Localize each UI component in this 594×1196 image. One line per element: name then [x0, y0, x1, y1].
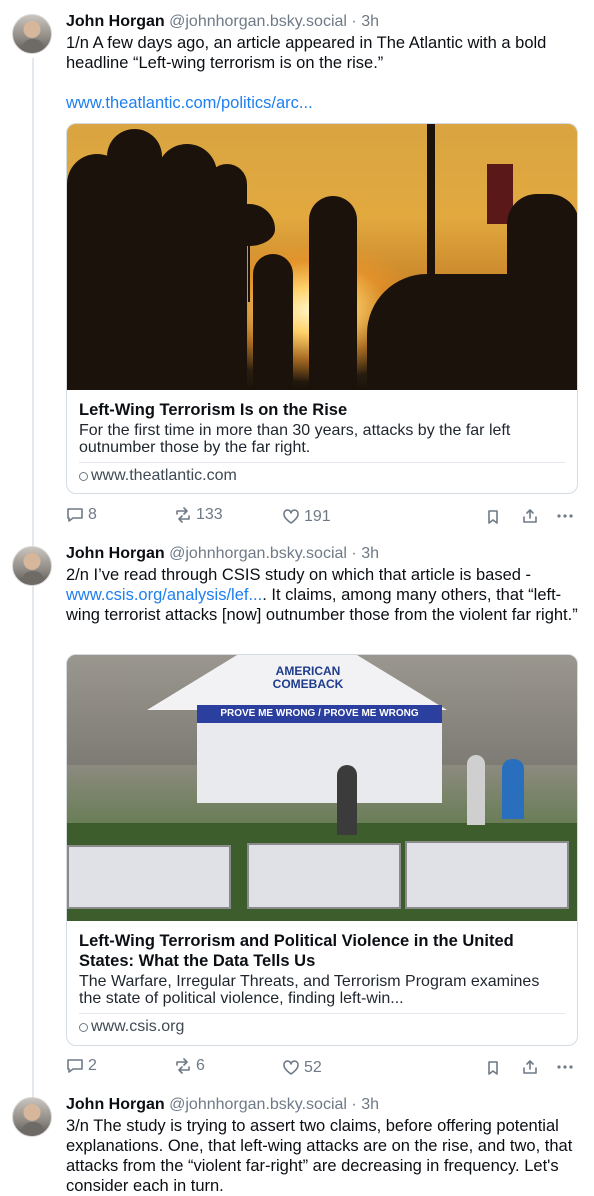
more-button[interactable]	[556, 508, 574, 524]
link-card[interactable]: AMERICAN COMEBACK PROVE ME WRONG / PROVE…	[66, 654, 578, 1046]
bookmark-icon	[488, 510, 498, 524]
post-text: 3/n The study is trying to assert two cl…	[66, 1117, 573, 1195]
author-handle[interactable]: @johnhorgan.bsky.social	[169, 545, 347, 562]
card-title: Left-Wing Terrorism Is on the Rise	[79, 401, 348, 419]
repost-icon	[176, 507, 190, 523]
post-actions: 2 6 52	[66, 1057, 578, 1079]
inline-link[interactable]: www.csis.org/analysis/lef...	[66, 586, 262, 604]
globe-icon	[79, 471, 88, 481]
like-count: 191	[304, 508, 331, 525]
avatar[interactable]	[12, 1097, 52, 1137]
author-handle[interactable]: @johnhorgan.bsky.social	[169, 13, 347, 30]
repost-button[interactable]: 133	[174, 506, 223, 524]
author-handle[interactable]: @johnhorgan.bsky.social	[169, 1096, 347, 1113]
bookmark-icon	[488, 1061, 498, 1075]
heart-icon	[283, 1060, 299, 1075]
like-button[interactable]: 191	[282, 508, 331, 526]
post-link[interactable]: www.theatlantic.com/politics/arc...	[66, 93, 580, 113]
more-button[interactable]	[556, 1059, 574, 1075]
card-title: Left-Wing Terrorism and Political Violen…	[79, 932, 514, 970]
share-button[interactable]	[522, 508, 538, 524]
like-button[interactable]: 52	[282, 1059, 322, 1077]
link-card[interactable]: Left-Wing Terrorism Is on the Rise For t…	[66, 123, 578, 494]
reply-icon	[67, 1059, 83, 1073]
post-actions: 8 133 191	[66, 506, 578, 528]
reply-count: 8	[88, 506, 97, 523]
card-description: The Warfare, Irregular Threats, and Terr…	[79, 973, 540, 1007]
repost-icon	[176, 1058, 190, 1074]
post-text: 1/n A few days ago, an article appeared …	[66, 34, 547, 72]
share-icon	[523, 1060, 537, 1074]
bookmark-button[interactable]	[486, 509, 500, 525]
post-header: John Horgan @johnhorgan.bsky.social · 3h	[66, 13, 379, 30]
author-name[interactable]: John Horgan	[66, 545, 165, 562]
post-time[interactable]: 3h	[361, 13, 379, 30]
like-count: 52	[304, 1059, 322, 1076]
repost-count: 6	[196, 1057, 205, 1074]
card-image: AMERICAN COMEBACK PROVE ME WRONG / PROVE…	[67, 655, 577, 921]
post-time[interactable]: 3h	[361, 545, 379, 562]
post-time[interactable]: 3h	[361, 1096, 379, 1113]
reply-icon	[67, 508, 83, 522]
author-name[interactable]: John Horgan	[66, 13, 165, 30]
repost-button[interactable]: 6	[174, 1057, 205, 1075]
heart-icon	[283, 509, 299, 524]
more-icon	[557, 1065, 573, 1069]
globe-icon	[79, 1022, 88, 1032]
repost-count: 133	[196, 506, 223, 523]
post-header: John Horgan @johnhorgan.bsky.social · 3h	[66, 545, 379, 562]
more-icon	[557, 514, 573, 518]
card-description: For the first time in more than 30 years…	[79, 422, 511, 456]
reply-button[interactable]: 2	[66, 1057, 97, 1075]
bookmark-button[interactable]	[486, 1060, 500, 1076]
reply-count: 2	[88, 1057, 97, 1074]
avatar[interactable]	[12, 14, 52, 54]
avatar[interactable]	[12, 546, 52, 586]
share-button[interactable]	[522, 1059, 538, 1075]
reply-button[interactable]: 8	[66, 506, 97, 524]
card-image	[67, 124, 577, 390]
card-domain: www.theatlantic.com	[79, 463, 565, 493]
share-icon	[523, 509, 537, 523]
post-header: John Horgan @johnhorgan.bsky.social · 3h	[66, 1096, 379, 1113]
author-name[interactable]: John Horgan	[66, 1096, 165, 1113]
post-text: 2/n I’ve read through CSIS study on whic…	[66, 566, 578, 624]
card-domain: www.csis.org	[79, 1014, 565, 1044]
